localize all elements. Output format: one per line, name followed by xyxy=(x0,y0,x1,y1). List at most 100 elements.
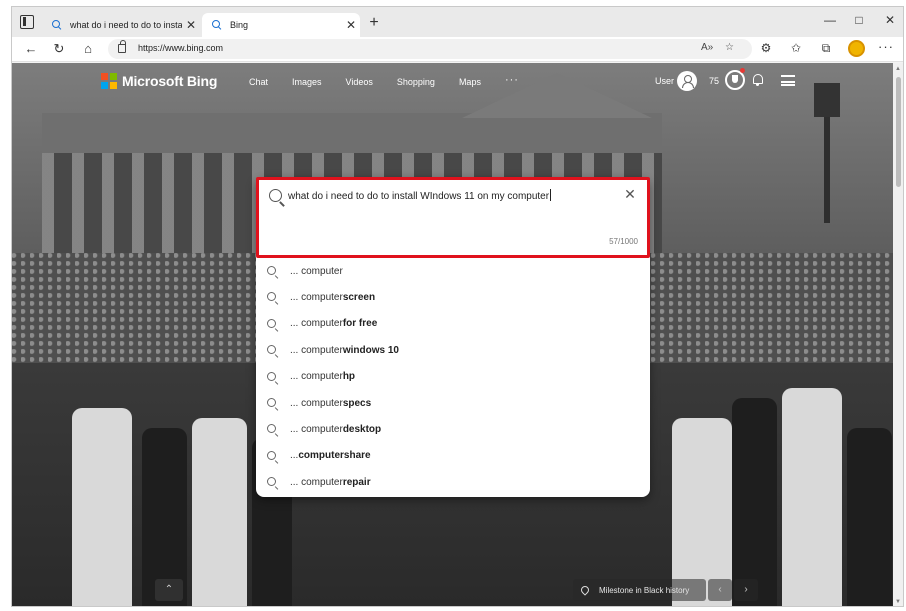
character-count: 57/1000 xyxy=(609,237,638,246)
suggestion-bold: hp xyxy=(342,371,356,383)
search-favicon-icon xyxy=(52,20,62,30)
autosuggest-list: ... computer ... computer screen ... com… xyxy=(256,258,650,496)
suggestion-bold: screen xyxy=(342,292,376,304)
suggestion-item[interactable]: ... computer repair xyxy=(256,469,650,495)
search-icon xyxy=(267,266,276,275)
favorites-icon[interactable]: ✩ xyxy=(787,41,805,55)
previous-image-button[interactable]: ‹ xyxy=(708,579,732,601)
minimize-button[interactable]: — xyxy=(821,13,839,27)
nav-more-icon[interactable]: ··· xyxy=(505,74,519,87)
image-info-bar[interactable]: Milestone in Black history xyxy=(573,579,706,601)
rewards-points[interactable]: 75 xyxy=(709,76,719,86)
suggestion-prefix: ... computer xyxy=(290,344,343,356)
suggestion-prefix: ... computer xyxy=(290,397,343,409)
user-avatar-icon[interactable] xyxy=(677,71,697,91)
nav-maps[interactable]: Maps xyxy=(459,77,481,87)
suggestion-item[interactable]: ... computer windows 10 xyxy=(256,337,650,363)
suggestion-item[interactable]: ... computer for free xyxy=(256,311,650,337)
tab-title: what do i need to do to install W xyxy=(70,20,182,30)
suggestion-bold: windows 10 xyxy=(342,344,399,356)
search-icon xyxy=(267,397,276,407)
page-scrollbar[interactable]: ▲ ▼ xyxy=(893,63,903,606)
home-icon[interactable]: ⌂ xyxy=(79,41,97,56)
scroll-down-icon[interactable]: ▼ xyxy=(895,599,901,605)
extensions-icon[interactable]: ⚙ xyxy=(757,41,775,55)
clear-search-icon[interactable]: ✕ xyxy=(623,186,637,203)
tab-close-icon[interactable]: ✕ xyxy=(182,18,200,32)
tab-search-query[interactable]: what do i need to do to install W ✕ xyxy=(42,13,200,37)
bing-nav: Chat Images Videos Shopping Maps ··· xyxy=(249,74,519,87)
logo-tile xyxy=(109,81,117,89)
back-arrow-icon[interactable]: ← xyxy=(22,41,40,56)
nav-chat[interactable]: Chat xyxy=(249,77,268,87)
maximize-button[interactable]: □ xyxy=(850,13,868,27)
browser-toolbar: ← ↻ ⌂ https://www.bing.com A» ☆ ⚙ ✩ ⧉ ··… xyxy=(12,37,903,62)
bing-homepage: Microsoft Bing Chat Images Videos Shoppi… xyxy=(12,63,893,606)
location-pin-icon xyxy=(579,584,591,596)
browser-window: what do i need to do to install W ✕ Bing… xyxy=(11,6,904,607)
suggestion-item[interactable]: ... computer screen xyxy=(256,284,650,310)
chevron-up-icon[interactable]: ⌃ xyxy=(155,579,183,601)
read-aloud-icon[interactable]: A» xyxy=(701,42,713,53)
search-icon xyxy=(267,345,276,355)
background-light-tower xyxy=(814,83,840,223)
rewards-trophy-icon[interactable] xyxy=(725,70,745,90)
url-text[interactable]: https://www.bing.com xyxy=(138,43,223,53)
search-icon[interactable] xyxy=(269,189,282,202)
tab-actions-icon[interactable] xyxy=(20,15,34,29)
scroll-up-icon[interactable]: ▲ xyxy=(895,66,901,72)
search-input[interactable]: what do i need to do to install WIndows … xyxy=(288,189,552,202)
search-icon xyxy=(267,318,276,328)
tab-bing[interactable]: Bing ✕ xyxy=(202,13,360,37)
nav-images[interactable]: Images xyxy=(292,77,322,87)
search-box-highlighted[interactable]: what do i need to do to install WIndows … xyxy=(256,177,650,258)
logo-tile xyxy=(109,73,117,80)
nav-shopping[interactable]: Shopping xyxy=(397,77,435,87)
search-panel: what do i need to do to install WIndows … xyxy=(256,177,650,497)
suggestion-bold: repair xyxy=(342,476,371,488)
user-label[interactable]: User xyxy=(655,76,674,86)
notifications-bell-icon[interactable] xyxy=(753,74,763,86)
search-icon xyxy=(267,424,276,434)
search-query-text: what do i need to do to install WIndows … xyxy=(288,191,550,202)
nav-videos[interactable]: Videos xyxy=(346,77,373,87)
collections-icon[interactable]: ⧉ xyxy=(817,41,835,56)
tab-title: Bing xyxy=(230,20,249,30)
address-bar[interactable]: https://www.bing.com A» ☆ xyxy=(108,39,752,59)
suggestion-item[interactable]: ... computer desktop xyxy=(256,416,650,442)
search-icon xyxy=(267,371,276,381)
more-options-icon[interactable]: ··· xyxy=(878,39,894,54)
image-caption[interactable]: Milestone in Black history xyxy=(599,586,689,595)
suggestion-bold: desktop xyxy=(342,424,382,436)
favorite-star-icon[interactable]: ☆ xyxy=(725,42,734,53)
search-icon xyxy=(267,450,276,460)
suggestion-prefix: ... computer xyxy=(290,265,343,277)
microsoft-bing-logo[interactable]: Microsoft Bing xyxy=(101,73,217,89)
suggestion-item[interactable]: ... computer hp xyxy=(256,364,650,390)
scrollbar-thumb[interactable] xyxy=(896,77,901,187)
suggestion-bold: computershare xyxy=(298,450,371,462)
suggestion-prefix: ... computer xyxy=(290,292,343,304)
suggestion-prefix: ... computer xyxy=(290,476,343,488)
close-window-button[interactable]: ✕ xyxy=(881,13,899,27)
profile-avatar[interactable] xyxy=(848,40,865,57)
suggestion-bold: specs xyxy=(342,397,372,409)
notification-dot xyxy=(740,68,745,73)
microsoft-logo-icon xyxy=(101,73,117,89)
suggestion-item[interactable]: ... computershare xyxy=(256,443,650,469)
next-image-button[interactable]: › xyxy=(734,579,758,601)
suggestion-prefix: ... computer xyxy=(290,318,343,330)
new-tab-button[interactable]: + xyxy=(365,14,383,32)
logo-tile xyxy=(101,81,108,89)
tab-close-icon[interactable]: ✕ xyxy=(342,18,360,32)
tab-bar: what do i need to do to install W ✕ Bing… xyxy=(12,7,903,37)
hamburger-menu-icon[interactable] xyxy=(781,75,795,86)
suggestion-bold: for free xyxy=(342,318,378,330)
lock-icon[interactable] xyxy=(118,40,126,53)
suggestion-item[interactable]: ... computer xyxy=(256,258,650,284)
suggestion-item[interactable]: ... computer specs xyxy=(256,390,650,416)
refresh-icon[interactable]: ↻ xyxy=(50,41,68,57)
brand-name: Microsoft Bing xyxy=(122,73,218,89)
search-icon xyxy=(267,477,276,487)
logo-tile xyxy=(101,73,108,80)
